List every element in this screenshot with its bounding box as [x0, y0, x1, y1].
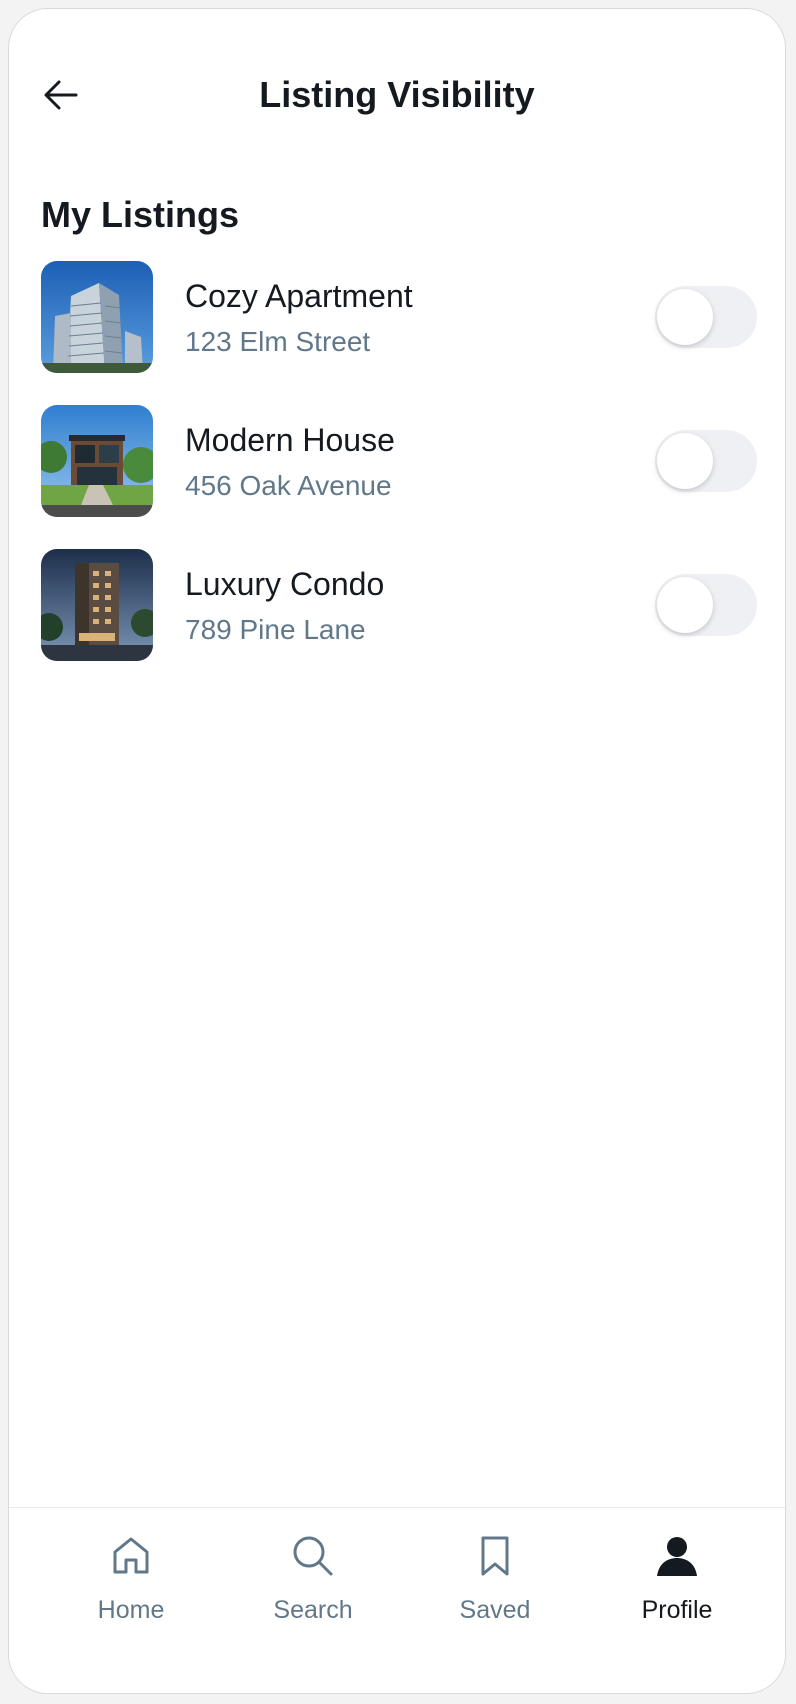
- phone-screen: Listing Visibility My Listings Cozy Apar…: [8, 8, 786, 1694]
- user-icon: [657, 1537, 697, 1576]
- toggle-knob: [657, 577, 713, 633]
- listing-list: Cozy Apartment 123 Elm Street Modern Hou…: [9, 261, 785, 693]
- nav-label: Profile: [641, 1596, 713, 1624]
- search-icon: [293, 1536, 333, 1576]
- listing-text: Modern House 456 Oak Avenue: [185, 419, 395, 507]
- visibility-toggle[interactable]: [655, 286, 757, 348]
- nav-label: Search: [273, 1596, 353, 1624]
- bottom-nav: Home Search Saved Profile: [9, 1507, 785, 1693]
- page-title: Listing Visibility: [259, 74, 535, 115]
- modern-house-photo: [41, 405, 153, 517]
- visibility-toggle[interactable]: [655, 430, 757, 492]
- visibility-toggle[interactable]: [655, 574, 757, 636]
- nav-item-home[interactable]: Home: [51, 1532, 211, 1626]
- listing-text: Cozy Apartment 123 Elm Street: [185, 275, 413, 363]
- nav-label: Home: [97, 1596, 165, 1624]
- toggle-knob: [657, 289, 713, 345]
- listing-thumbnail[interactable]: [41, 405, 153, 517]
- app-header: Listing Visibility: [9, 9, 785, 169]
- listing-row: Luxury Condo 789 Pine Lane: [9, 549, 785, 661]
- home-icon: [113, 1537, 149, 1574]
- listing-row: Cozy Apartment 123 Elm Street: [9, 261, 785, 373]
- listing-name: Luxury Condo: [185, 566, 385, 602]
- listing-thumbnail[interactable]: [41, 261, 153, 373]
- listing-name: Cozy Apartment: [185, 278, 413, 314]
- nav-item-search[interactable]: Search: [233, 1532, 393, 1626]
- listing-row: Modern House 456 Oak Avenue: [9, 405, 785, 517]
- listing-address: 123 Elm Street: [185, 326, 371, 357]
- listing-thumbnail[interactable]: [41, 549, 153, 661]
- nav-item-profile[interactable]: Profile: [597, 1532, 757, 1626]
- listing-address: 789 Pine Lane: [185, 614, 366, 645]
- listing-name: Modern House: [185, 422, 395, 458]
- condo-building-photo: [41, 549, 153, 661]
- bookmark-icon: [481, 1536, 509, 1576]
- section-title: My Listings: [41, 194, 240, 235]
- apartment-tower-photo: [41, 261, 153, 373]
- nav-item-saved[interactable]: Saved: [415, 1532, 575, 1626]
- nav-label: Saved: [459, 1596, 531, 1624]
- listing-text: Luxury Condo 789 Pine Lane: [185, 563, 384, 651]
- toggle-knob: [657, 433, 713, 489]
- listing-address: 456 Oak Avenue: [185, 470, 392, 501]
